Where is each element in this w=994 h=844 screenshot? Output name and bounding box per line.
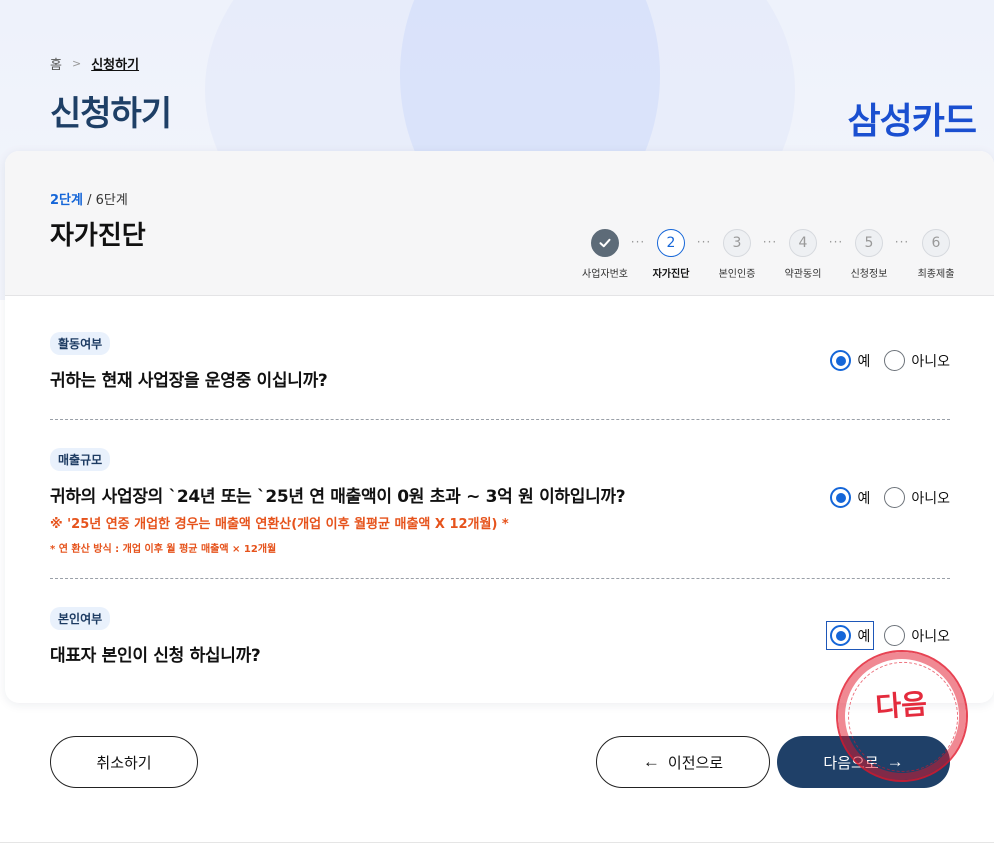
current-step: 2단계 <box>50 193 83 208</box>
radio-yes[interactable]: 예 <box>826 621 875 650</box>
breadcrumb-home[interactable]: 홈 <box>50 54 62 73</box>
next-button-label: 다음으로 <box>823 754 879 772</box>
step-number: 6 <box>922 229 950 257</box>
step-number: 5 <box>855 229 883 257</box>
page-title: 신청하기 <box>50 94 172 134</box>
card-header: 2단계 / 6단계 자가진단 사업자번호 ··· 2 자가진단 ··· 3 본인… <box>5 151 994 296</box>
breadcrumb-current[interactable]: 신청하기 <box>91 54 139 73</box>
divider <box>50 578 950 579</box>
question-tag: 본인여부 <box>50 607 111 630</box>
radio-label: 아니오 <box>911 353 950 370</box>
breadcrumb: 홈 > 신청하기 <box>50 54 139 73</box>
radio-button[interactable] <box>830 625 852 646</box>
step-label: 신청정보 <box>850 269 888 280</box>
divider <box>50 419 950 420</box>
radio-button[interactable] <box>884 487 906 508</box>
question-tag: 매출규모 <box>50 448 111 471</box>
question-text: 대표자 본인이 신청 하십니까? <box>50 646 261 666</box>
arrow-left-icon: ← <box>642 752 660 771</box>
question-activity: 활동여부 귀하는 현재 사업장을 운영중 이십니까? <box>50 332 950 391</box>
footer-divider <box>0 842 994 843</box>
step-number: 4 <box>789 229 817 257</box>
radio-label: 아니오 <box>911 628 950 645</box>
arrow-right-icon: → <box>886 752 904 771</box>
radio-button[interactable] <box>884 350 906 371</box>
step-counter: 2단계 / 6단계 <box>50 189 128 208</box>
brand-logo: 삼성카드 <box>847 101 977 142</box>
step-label: 사업자번호 <box>582 269 628 280</box>
question-sales: 매출규모 귀하의 사업장의 `24년 또는 `25년 연 매출액이 0원 초과 … <box>50 448 950 555</box>
radio-button[interactable] <box>884 625 906 646</box>
step-label: 자가진단 <box>652 269 690 280</box>
step-label: 최종제출 <box>917 269 955 280</box>
radio-no[interactable]: 아니오 <box>884 625 950 646</box>
question-text: 귀하의 사업장의 `24년 또는 `25년 연 매출액이 0원 초과 ~ 3억 … <box>50 487 626 507</box>
radio-yes[interactable]: 예 <box>830 350 870 371</box>
radio-group-identity: 예 아니오 <box>826 621 950 650</box>
question-note: ※ '25년 연중 개업한 경우는 매출액 연환산(개업 이후 월평균 매출액 … <box>50 517 509 532</box>
prev-button[interactable]: ← 이전으로 <box>596 736 770 788</box>
radio-no[interactable]: 아니오 <box>884 350 950 371</box>
total-steps: / 6단계 <box>82 193 128 208</box>
chevron-right-icon: > <box>71 57 82 70</box>
radio-button[interactable] <box>830 487 852 508</box>
radio-label: 아니오 <box>911 490 950 507</box>
question-identity: 본인여부 대표자 본인이 신청 하십니까? <box>50 607 950 666</box>
radio-label: 예 <box>857 353 871 370</box>
application-card: 2단계 / 6단계 자가진단 사업자번호 ··· 2 자가진단 ··· 3 본인… <box>5 151 994 703</box>
radio-label: 예 <box>857 490 871 507</box>
question-text: 귀하는 현재 사업장을 운영중 이십니까? <box>50 371 328 391</box>
step-6: 6 최종제출 <box>901 229 971 280</box>
question-subnote: * 연 환산 방식 : 개업 이후 월 평균 매출액 × 12개월 <box>50 544 277 555</box>
radio-group-sales: 예 아니오 <box>830 487 950 508</box>
cancel-button[interactable]: 취소하기 <box>50 736 198 788</box>
radio-button[interactable] <box>830 350 852 371</box>
radio-yes[interactable]: 예 <box>830 487 870 508</box>
stepper: 사업자번호 ··· 2 자가진단 ··· 3 본인인증 ··· 4 약관동의 ·… <box>570 229 960 289</box>
next-button[interactable]: 다음으로 → <box>777 736 950 788</box>
radio-no[interactable]: 아니오 <box>884 487 950 508</box>
step-number: 2 <box>657 229 685 257</box>
radio-group-activity: 예 아니오 <box>830 350 950 371</box>
check-icon <box>591 229 619 257</box>
radio-label: 예 <box>857 628 871 645</box>
step-title: 자가진단 <box>50 221 146 251</box>
step-number: 3 <box>723 229 751 257</box>
step-label: 약관동의 <box>784 269 822 280</box>
prev-button-label: 이전으로 <box>667 754 724 772</box>
step-label: 본인인증 <box>718 269 756 280</box>
question-tag: 활동여부 <box>50 332 111 355</box>
